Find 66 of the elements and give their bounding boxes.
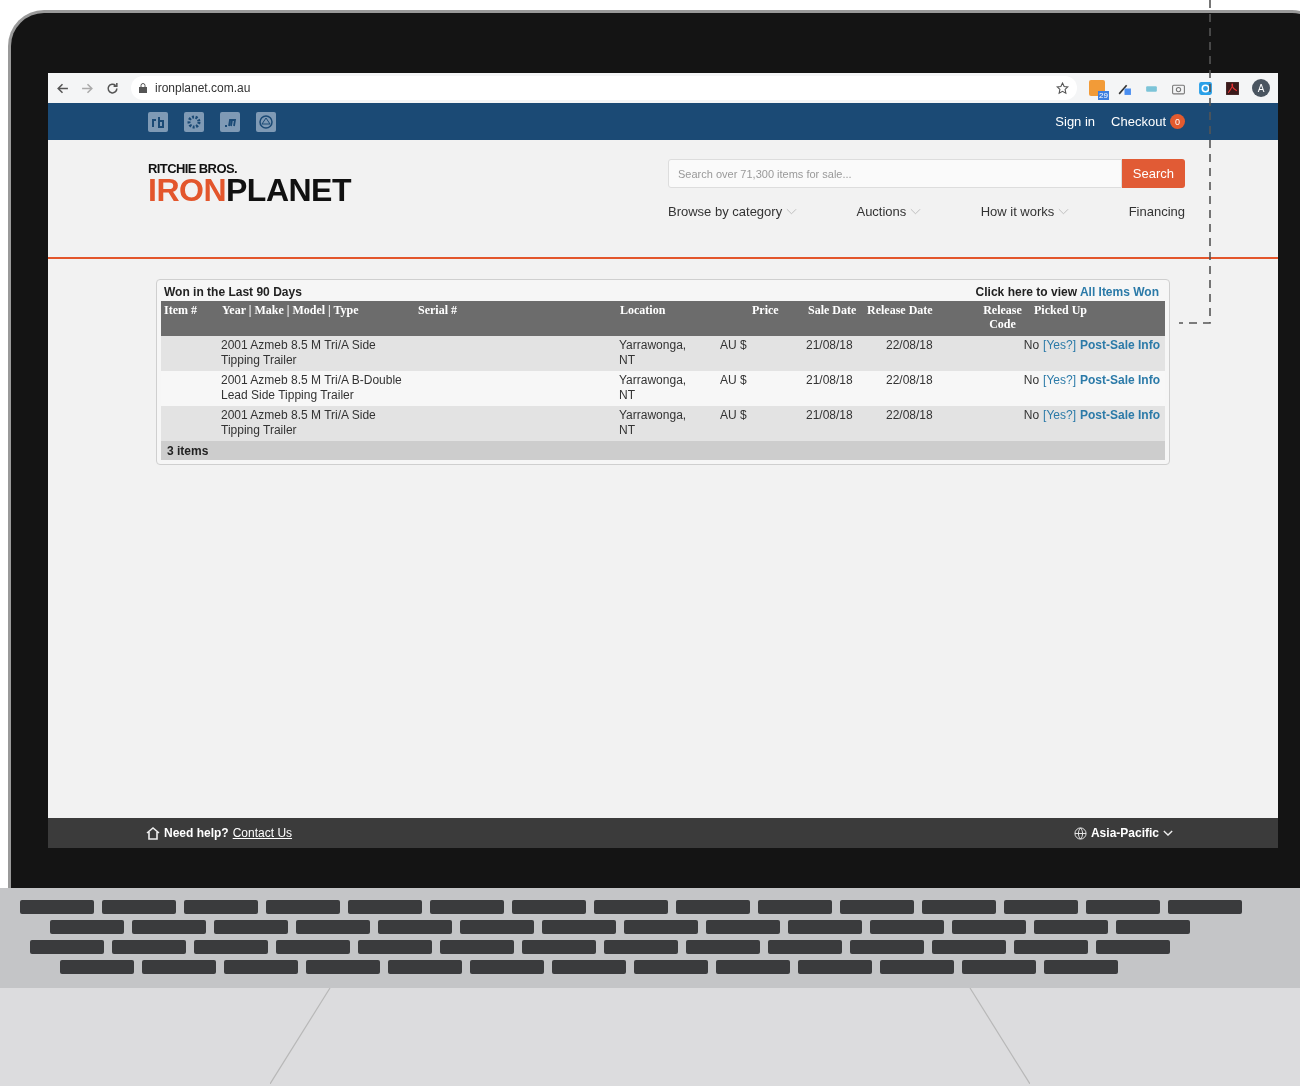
confirm-pickup-link[interactable]: [Yes?] [1043,408,1076,423]
column-header: Serial # [417,303,458,319]
column-header: Price [752,303,780,319]
table-cell-text: 22/08/18 [885,408,934,424]
table-cell-text: No [1022,338,1040,353]
column-header: Release Code [982,303,1023,333]
table-cell-text: AU $ [719,373,748,389]
region-selector[interactable]: Asia-Pacific [1073,826,1173,840]
chevron-down-icon [1163,830,1173,836]
address-bar[interactable]: ironplanet.com.au [131,76,1077,100]
cart-count-badge: 0 [1170,114,1185,129]
panel-title: Won in the Last 90 Days [164,285,302,299]
column-header: Location [619,303,667,319]
post-sale-info-link[interactable]: Post-Sale Info [1080,338,1160,353]
all-items-won-link[interactable]: All Items Won [1079,285,1159,299]
confirm-pickup-link[interactable]: [Yes?] [1043,338,1076,353]
brand-icon[interactable] [220,111,240,132]
star-icon[interactable] [1056,81,1069,95]
view-all-text: Click here to view All Items Won [975,285,1159,299]
house-icon [146,826,160,840]
table-cell-text: 2001 Azmeb 8.5 M Tri/A Side Tipping Trailer [220,408,377,439]
sign-in-link[interactable]: Sign in [1055,114,1096,129]
item-count: 3 items [167,443,209,458]
pdf-extension-icon[interactable] [1225,80,1240,96]
column-header: Item # [163,303,198,319]
reload-icon[interactable] [106,81,119,95]
post-sale-info-link[interactable]: Post-Sale Info [1080,408,1160,423]
logo-wordmark-part: IRON [148,175,226,205]
nav-link[interactable]: Auctions [856,204,907,219]
table-cell-text: 2001 Azmeb 8.5 M Tri/A Side Tipping Trailer [220,338,377,369]
logo-subtitle: RITCHIE BROS. [148,162,238,175]
table-cell-text: Yarrawonga, NT [618,373,688,404]
table-cell-text: Yarrawonga, NT [618,408,688,439]
table-cell-text: 22/08/18 [885,338,934,354]
post-sale-info-link[interactable]: Post-Sale Info [1080,373,1160,388]
search-button[interactable]: Search [1121,159,1185,188]
table-cell-text: No [1022,373,1040,388]
column-header: Year | Make | Model | Type [221,303,360,319]
checkout-link[interactable]: Checkout [1111,114,1166,129]
table-cell-text: Yarrawonga, NT [618,338,688,369]
brand-icon[interactable] [148,111,168,132]
table-cell-text: AU $ [719,408,748,424]
profile-avatar[interactable]: A [1252,79,1270,97]
table-cell-text: 21/08/18 [805,373,854,389]
table-cell-text: No [1022,408,1040,423]
nav-link[interactable]: Browse by category [668,204,783,219]
help-text: Need help? [164,826,229,840]
logo-wordmark: PLANET [226,175,351,205]
nav-link[interactable]: How it works [980,204,1055,219]
column-header: Sale Date [807,303,858,319]
search-field[interactable]: Search over 71,300 items for sale... [668,159,1122,188]
table-cell-text: AU $ [719,338,748,354]
table-cell-text: 21/08/18 [805,408,854,424]
lock-icon [139,83,147,93]
table-cell-text: 21/08/18 [805,338,854,354]
nav-link[interactable]: Financing [1128,204,1185,219]
forward-icon[interactable] [81,81,94,95]
table-cell-text: 22/08/18 [885,373,934,389]
sync-extension-icon[interactable] [1198,80,1213,96]
back-icon[interactable] [56,81,69,95]
column-header: Release Date [866,303,934,319]
contact-us-link[interactable]: Contact Us [232,826,293,840]
confirm-pickup-link[interactable]: [Yes?] [1043,373,1076,388]
column-header: Picked Up [1033,303,1088,319]
gear-icon[interactable] [184,111,204,132]
table-cell-text: 2001 Azmeb 8.5 M Tri/A B-Double Lead Side Tipping Trailer [220,373,403,404]
